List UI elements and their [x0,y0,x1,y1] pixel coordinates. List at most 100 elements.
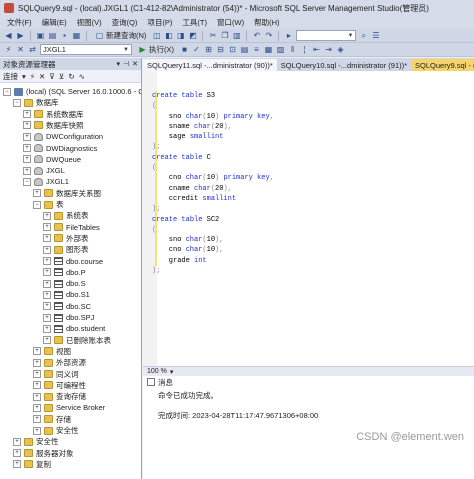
tree-node[interactable]: + 图形表 [43,244,89,255]
dropdown-icon[interactable]: ▾ [117,60,121,68]
stop-icon[interactable]: ■ [180,45,189,54]
forward-icon[interactable]: ▶ [16,31,25,40]
open-file-icon[interactable]: ▤ [48,31,57,40]
connect-button[interactable]: 连接 [3,71,18,82]
expand-icon[interactable]: + [23,166,31,175]
specify-values-icon[interactable]: ◈ [336,45,345,54]
tree-node[interactable]: + 安全性 [13,436,59,447]
tree-node[interactable]: + 外部表 [43,233,89,244]
tree-node[interactable]: + 已删除账本表 [43,335,111,346]
expand-icon[interactable]: + [43,245,51,254]
save-icon[interactable]: ▪ [60,31,69,40]
expand-icon[interactable]: + [33,347,41,356]
change-connection-icon[interactable]: ⇄ [28,45,37,54]
tree-node[interactable]: + DWQueue [23,154,81,165]
execute-button[interactable]: ▶ 执行(X) [135,44,177,55]
tab-sqlquery11[interactable]: SQLQuery11.sql -...dministrator (90))* [143,59,277,71]
mdx-icon[interactable]: ◧ [164,31,173,40]
expand-icon[interactable]: + [33,381,41,390]
pin-icon[interactable]: ⊣ [123,60,129,68]
save-all-icon[interactable]: ▦ [72,31,81,40]
new-item-icon[interactable]: ▣ [36,31,45,40]
expand-icon[interactable]: + [33,403,41,412]
expand-icon[interactable]: + [33,358,41,367]
expand-icon[interactable]: + [43,336,51,345]
tree-node[interactable]: − 表 [33,199,64,210]
expand-icon[interactable]: + [23,121,31,130]
tab-sqlquery10[interactable]: SQLQuery10.sql -...dministrator (91))* [277,59,411,71]
tree-node[interactable]: + dbo.S [43,278,86,289]
find-icon[interactable]: ⌕ [359,31,368,40]
connect-icon[interactable]: ⚡ [4,45,13,54]
properties-icon[interactable]: ☰ [371,31,380,40]
decrease-indent-icon[interactable]: ⇤ [312,45,321,54]
undo-icon[interactable]: ↶ [252,31,261,40]
expand-icon[interactable]: + [43,290,51,299]
expand-icon[interactable]: + [33,392,41,401]
tree-node[interactable]: + 复制 [13,459,51,470]
cut-icon[interactable]: ✂ [208,31,217,40]
tree-node[interactable]: + dbo.course [43,256,103,267]
activity-icon[interactable]: ∿ [79,72,85,81]
collapse-icon[interactable]: − [13,98,21,107]
expand-icon[interactable]: + [23,144,31,152]
zoom-dropdown-icon[interactable]: ▾ [170,368,174,376]
menu-file[interactable]: 文件(F) [2,17,37,28]
tree-node[interactable]: + 外部资源 [33,357,86,368]
menu-query[interactable]: 查询(Q) [107,17,143,28]
tree-node[interactable]: − (local) (SQL Server 16.0.1000.6 - C1-41… [3,86,141,97]
client-stats-icon[interactable]: ▤ [240,45,249,54]
expand-icon[interactable]: + [23,132,31,141]
zoom-level[interactable]: 100 % [147,368,167,375]
expand-icon[interactable]: + [43,302,51,311]
expand-icon[interactable]: + [13,437,21,446]
results-file-icon[interactable]: ▧ [276,45,285,54]
expand-icon[interactable]: + [43,268,51,277]
tree-node[interactable]: + dbo.P [43,267,86,278]
dmx-icon[interactable]: ◨ [176,31,185,40]
display-plan-icon[interactable]: ⊞ [204,45,213,54]
tab-sqlquery9[interactable]: SQLQuery9.sql - (local).JXGL1 (C1-412-82… [411,59,474,71]
menu-window[interactable]: 窗口(W) [212,17,249,28]
expand-icon[interactable]: + [43,223,51,232]
tree-node[interactable]: + 同义词 [33,369,79,380]
tree-node[interactable]: + JXGL [23,165,65,176]
menu-edit[interactable]: 编辑(E) [37,17,72,28]
menu-help[interactable]: 帮助(H) [249,17,284,28]
tree-node[interactable]: + dbo.S1 [43,289,90,300]
uncomment-icon[interactable]: ¦ [300,45,309,54]
query-editor[interactable]: create table S3 ( sno char(10) primary k… [143,71,474,366]
tree-node[interactable]: + 存储 [33,414,71,425]
query-options-icon[interactable]: ⊟ [216,45,225,54]
tree-node[interactable]: + Service Broker [33,402,105,413]
filter-settings-icon[interactable]: ⊻ [59,72,65,81]
tree-node[interactable]: + FileTables [43,222,100,233]
tree-node[interactable]: + 数据库快照 [23,120,84,131]
code-text[interactable]: create table S3 ( sno char(10) primary k… [152,91,274,276]
increase-indent-icon[interactable]: ⇥ [324,45,333,54]
tree-node[interactable]: + 查询存储 [33,391,86,402]
disconnect-icon[interactable]: ✕ [16,45,25,54]
tree-node[interactable]: + 安全性 [33,425,79,436]
tree-node[interactable]: + 可编程性 [33,380,86,391]
solution-config-dropdown[interactable]: ▼ [296,30,357,41]
parse-icon[interactable]: ✓ [192,45,201,54]
tree-node[interactable]: − JXGL1 [23,176,69,187]
expand-icon[interactable]: + [43,257,51,265]
tree-node[interactable]: + 服务器对象 [13,448,74,459]
collapse-icon[interactable]: − [23,177,31,186]
expand-icon[interactable]: + [33,415,41,424]
expand-icon[interactable]: + [43,279,51,288]
collapse-icon[interactable]: − [33,200,41,209]
expand-icon[interactable]: + [33,189,41,198]
tree-node[interactable]: + dbo.SPJ [43,312,94,323]
copy-icon[interactable]: ❐ [220,31,229,40]
query-type-icon[interactable]: ◫ [152,31,161,40]
tree-node[interactable]: + dbo.student [43,323,105,334]
collapse-icon[interactable]: − [3,87,11,96]
new-query-button[interactable]: ▢ 新建查询(N) [92,30,149,41]
tree-node[interactable]: + 视图 [33,346,71,357]
database-dropdown[interactable]: JXGL1 ▼ [40,44,132,55]
disconnect-object-icon[interactable]: ✕ [39,72,45,81]
results-text-icon[interactable]: ≡ [252,45,261,54]
